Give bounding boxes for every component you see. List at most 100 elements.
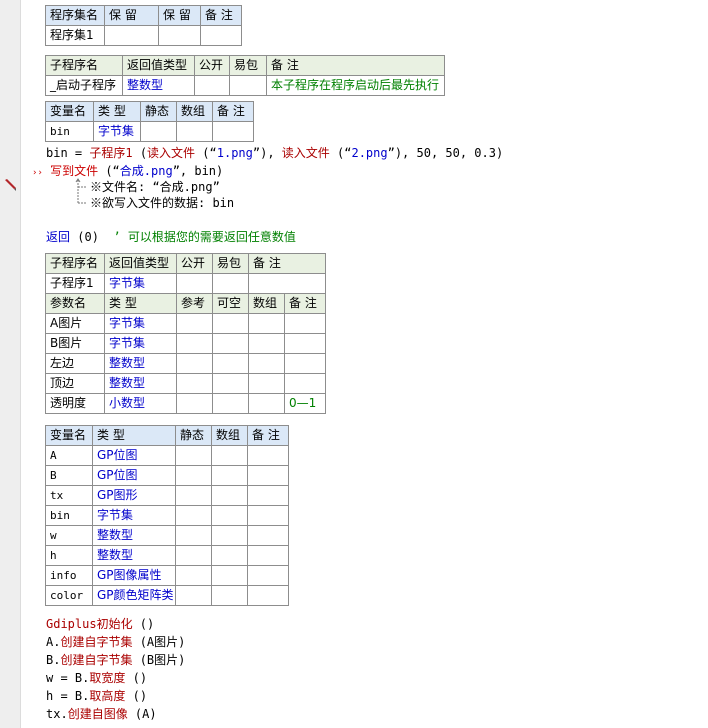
var-note-cell[interactable] [247,505,289,526]
sub1-public-cell[interactable] [176,273,213,294]
var-note-cell[interactable] [247,525,289,546]
var-type-cell[interactable]: 整数型 [92,545,176,566]
var-static-cell[interactable] [175,505,212,526]
var-type-cell[interactable]: GP颜色矩阵类 [92,585,176,606]
var-type-cell[interactable]: 整数型 [92,525,176,546]
var-array-cell[interactable] [211,505,248,526]
var-array-cell[interactable] [211,585,248,606]
var-type-cell[interactable]: GP位图 [92,465,176,486]
param-name-cell[interactable]: A图片 [45,313,105,334]
program-set-name-cell[interactable]: 程序集1 [45,25,105,46]
param-ref-cell[interactable] [176,333,213,354]
var-row[interactable]: bin 字节集 [45,505,289,526]
var-name-cell[interactable]: bin [45,121,94,142]
var-note-cell[interactable] [247,585,289,606]
var-type-cell[interactable]: 字节集 [93,121,141,142]
var-row[interactable]: B GP位图 [45,465,289,486]
param-row[interactable]: B图片 字节集 [45,333,326,354]
param-ref-cell[interactable] [176,373,213,394]
var-name-cell[interactable]: color [45,585,93,606]
var-name-cell[interactable]: bin [45,505,93,526]
param-name-cell[interactable]: B图片 [45,333,105,354]
var-array-cell[interactable] [176,121,213,142]
param-ref-cell[interactable] [176,393,213,414]
param-row[interactable]: A图片 字节集 [45,313,326,334]
param-array-cell[interactable] [248,373,285,394]
var-note-cell[interactable] [247,465,289,486]
var-type-cell[interactable]: GP图形 [92,485,176,506]
var-name-cell[interactable]: h [45,545,93,566]
var-static-cell[interactable] [175,485,212,506]
var-name-cell[interactable]: A [45,445,93,466]
param-type-cell[interactable]: 小数型 [104,393,177,414]
program-set-note-cell[interactable] [200,25,242,46]
var-row[interactable]: h 整数型 [45,545,289,566]
var-type-cell[interactable]: GP图像属性 [92,565,176,586]
code-line-assign-bin[interactable]: bin = 子程序1 (读入文件 (“1.png”), 读入文件 (“2.png… [46,145,503,161]
param-type-cell[interactable]: 字节集 [104,313,177,334]
var-static-cell[interactable] [175,465,212,486]
param-nullable-cell[interactable] [212,393,249,414]
var-static-cell[interactable] [175,445,212,466]
var-note-cell[interactable] [247,565,289,586]
param-name-cell[interactable]: 左边 [45,353,105,374]
var-note-cell[interactable] [247,545,289,566]
var-array-cell[interactable] [211,485,248,506]
code-line-return[interactable]: 返回 (0) ’ 可以根据您的需要返回任意数值 [46,229,296,245]
var-row[interactable]: info GP图像属性 [45,565,289,586]
var-static-cell[interactable] [175,525,212,546]
var-array-cell[interactable] [211,525,248,546]
param-array-cell[interactable] [248,313,285,334]
param-type-cell[interactable]: 整数型 [104,373,177,394]
param-nullable-cell[interactable] [212,333,249,354]
var-array-cell[interactable] [211,465,248,486]
var-row[interactable]: A GP位图 [45,445,289,466]
var-type-cell[interactable]: 字节集 [92,505,176,526]
param-ref-cell[interactable] [176,313,213,334]
sub1-name-cell[interactable]: 子程序1 [45,273,105,294]
var-array-cell[interactable] [211,545,248,566]
param-array-cell[interactable] [248,333,285,354]
var-note-cell[interactable] [212,121,254,142]
var-name-cell[interactable]: info [45,565,93,586]
code-line[interactable]: tx.创建自图像 (A) [46,706,157,722]
param-type-cell[interactable]: 整数型 [104,353,177,374]
var-type-cell[interactable]: GP位图 [92,445,176,466]
sub1-return-type-cell[interactable]: 字节集 [104,273,177,294]
param-name-cell[interactable]: 顶边 [45,373,105,394]
var-row[interactable]: color GP颜色矩阵类 [45,585,289,606]
param-array-cell[interactable] [248,353,285,374]
startup-sub-name-cell[interactable]: _启动子程序 [45,75,123,96]
var-array-cell[interactable] [211,565,248,586]
var-row[interactable]: w 整数型 [45,525,289,546]
sub1-epkg-cell[interactable] [212,273,249,294]
param-note-cell[interactable] [284,333,326,354]
var-name-cell[interactable]: w [45,525,93,546]
code-line[interactable]: h = B.取高度 () [46,688,147,704]
param-nullable-cell[interactable] [212,353,249,374]
param-type-cell[interactable]: 字节集 [104,333,177,354]
param-note-cell[interactable] [284,313,326,334]
param-note-cell[interactable]: 0—1 [284,393,326,414]
param-array-cell[interactable] [248,393,285,414]
code-line[interactable]: Gdiplus初始化 () [46,616,154,632]
param-row[interactable]: 左边 整数型 [45,353,326,374]
var-name-cell[interactable]: tx [45,485,93,506]
var-name-cell[interactable]: B [45,465,93,486]
startup-sub-epkg-cell[interactable] [229,75,267,96]
param-row[interactable]: 顶边 整数型 [45,373,326,394]
var-static-cell[interactable] [140,121,177,142]
var-note-cell[interactable] [247,445,289,466]
param-name-cell[interactable]: 透明度 [45,393,105,414]
param-nullable-cell[interactable] [212,373,249,394]
code-line[interactable]: B.创建自字节集 (B图片) [46,652,185,668]
var-static-cell[interactable] [175,585,212,606]
var-row[interactable]: tx GP图形 [45,485,289,506]
startup-sub-public-cell[interactable] [194,75,230,96]
sub1-note-cell[interactable] [248,273,326,294]
var-note-cell[interactable] [247,485,289,506]
var-static-cell[interactable] [175,545,212,566]
param-note-cell[interactable] [284,353,326,374]
param-note-cell[interactable] [284,373,326,394]
param-ref-cell[interactable] [176,353,213,374]
